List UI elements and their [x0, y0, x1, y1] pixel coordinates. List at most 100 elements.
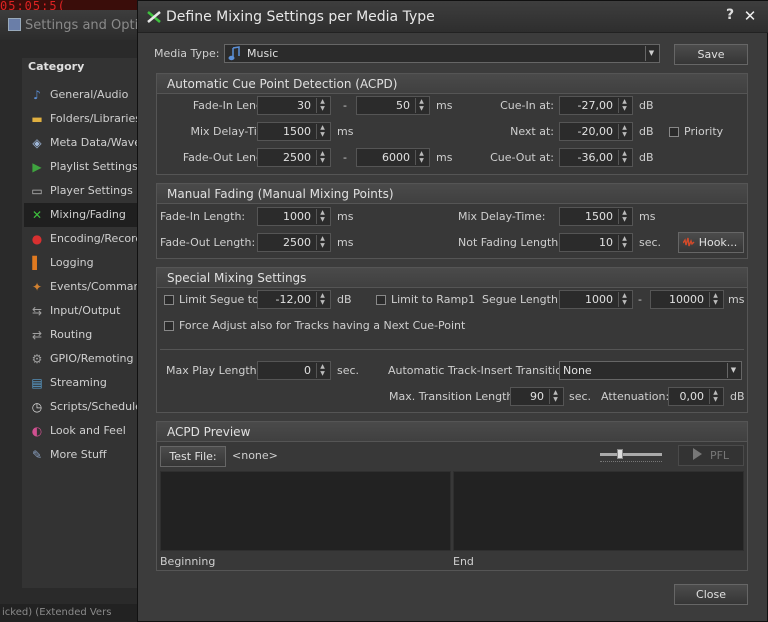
- spin-arrows-icon[interactable]: ▲ ▼: [618, 235, 630, 250]
- category-item[interactable]: ⇄ Routing: [24, 323, 140, 347]
- limit-segue-checkbox[interactable]: [164, 295, 174, 305]
- spin-arrows-icon[interactable]: ▲ ▼: [316, 363, 328, 378]
- category-item[interactable]: ◷ Scripts/Scheduler: [24, 395, 140, 419]
- acpd-cue-in-label: Cue-In at:: [500, 99, 554, 112]
- limit-segue-input[interactable]: -12,00 ▲ ▼: [257, 290, 331, 309]
- spin-arrows-icon[interactable]: ▲ ▼: [316, 292, 328, 307]
- crossfade-icon: [147, 11, 161, 23]
- limit-segue-unit: dB: [337, 293, 352, 306]
- priority-label: Priority: [684, 125, 724, 138]
- spin-arrows-icon[interactable]: ▲ ▼: [709, 292, 721, 307]
- not-fading-input[interactable]: 10 ▲ ▼: [559, 233, 633, 252]
- acpd-mix-delay-input[interactable]: 1500 ▲ ▼: [257, 122, 331, 141]
- category-item[interactable]: ✎ More Stuff: [24, 443, 140, 467]
- volume-slider-ticks: [600, 461, 662, 465]
- acpd-cue-out-unit: dB: [639, 151, 654, 164]
- spin-arrows-icon[interactable]: ▲ ▼: [549, 389, 561, 404]
- manual-mix-delay-unit: ms: [639, 210, 656, 223]
- mixing-settings-dialog: Define Mixing Settings per Media Type ? …: [137, 0, 768, 622]
- segue-length-dash: -: [638, 293, 642, 306]
- record-icon: ●: [31, 232, 43, 246]
- acpd-title: Automatic Cue Point Detection (ACPD): [167, 77, 398, 91]
- end-waveform-pane[interactable]: [453, 471, 744, 551]
- volume-slider-thumb[interactable]: [617, 449, 623, 459]
- category-item[interactable]: ▶ Playlist Settings: [24, 155, 140, 179]
- media-type-value: Music: [247, 47, 279, 60]
- segue-length-max-input[interactable]: 10000 ▲ ▼: [650, 290, 724, 309]
- hook-button[interactable]: Hook...: [678, 232, 744, 253]
- category-item[interactable]: ✦ Events/Commands: [24, 275, 140, 299]
- force-adjust-checkbox[interactable]: [164, 321, 174, 331]
- end-label: End: [453, 555, 474, 568]
- priority-checkbox[interactable]: [669, 127, 679, 137]
- category-item[interactable]: ✕ Mixing/Fading: [24, 203, 140, 227]
- acpd-fade-out-max-input[interactable]: 6000 ▲ ▼: [356, 148, 430, 167]
- help-button[interactable]: ?: [722, 7, 738, 25]
- category-item-label: Events/Commands: [50, 280, 140, 293]
- not-fading-label: Not Fading Length:: [458, 236, 562, 249]
- force-adjust-label: Force Adjust also for Tracks having a Ne…: [179, 319, 466, 332]
- acpd-cue-in-input[interactable]: -27,00 ▲ ▼: [559, 96, 633, 115]
- category-item[interactable]: ▌ Logging: [24, 251, 140, 275]
- dialog-titlebar[interactable]: Define Mixing Settings per Media Type ? …: [138, 1, 768, 33]
- spin-arrows-icon[interactable]: ▲ ▼: [415, 150, 427, 165]
- max-transition-unit: sec.: [569, 390, 592, 403]
- category-item[interactable]: ⇆ Input/Output: [24, 299, 140, 323]
- spin-arrows-icon[interactable]: ▲ ▼: [618, 292, 630, 307]
- pfl-button[interactable]: PFL: [678, 445, 744, 466]
- gpio-icon: ⚙: [31, 352, 43, 366]
- category-item[interactable]: ▭ Player Settings: [24, 179, 140, 203]
- acpd-fade-out-min-input[interactable]: 2500 ▲ ▼: [257, 148, 331, 167]
- category-item[interactable]: ▤ Streaming: [24, 371, 140, 395]
- acpd-cue-out-input[interactable]: -36,00 ▲ ▼: [559, 148, 633, 167]
- segue-length-unit: ms: [728, 293, 745, 306]
- attenuation-input[interactable]: 0,00 ▲ ▼: [668, 387, 724, 406]
- acpd-fade-in-max-input[interactable]: 50 ▲ ▼: [356, 96, 430, 115]
- category-item-label: General/Audio: [50, 88, 129, 101]
- volume-slider[interactable]: [598, 446, 664, 466]
- segue-length-min-input[interactable]: 1000 ▲ ▼: [559, 290, 633, 309]
- more-stuff-icon: ✎: [31, 448, 43, 462]
- spin-arrows-icon[interactable]: ▲ ▼: [618, 124, 630, 139]
- category-item[interactable]: ◐ Look and Feel: [24, 419, 140, 443]
- save-button[interactable]: Save: [674, 44, 748, 65]
- category-item-label: Player Settings: [50, 184, 133, 197]
- max-play-input[interactable]: 0 ▲ ▼: [257, 361, 331, 380]
- max-transition-input[interactable]: 90 ▲ ▼: [510, 387, 564, 406]
- media-type-select[interactable]: Music ▼: [224, 44, 660, 63]
- close-button[interactable]: Close: [674, 584, 748, 605]
- manual-fade-in-input[interactable]: 1000 ▲ ▼: [257, 207, 331, 226]
- beginning-waveform-pane[interactable]: [160, 471, 451, 551]
- spin-arrows-icon[interactable]: ▲ ▼: [316, 150, 328, 165]
- special-divider: [160, 349, 744, 350]
- test-file-value: <none>: [232, 449, 278, 462]
- spin-arrows-icon[interactable]: ▲ ▼: [316, 235, 328, 250]
- acpd-cue-in-unit: dB: [639, 99, 654, 112]
- spin-arrows-icon[interactable]: ▲ ▼: [415, 98, 427, 113]
- acpd-fade-in-min-input[interactable]: 30 ▲ ▼: [257, 96, 331, 115]
- category-item[interactable]: ● Encoding/Recording: [24, 227, 140, 251]
- category-item[interactable]: ▬ Folders/Libraries: [24, 107, 140, 131]
- close-window-button[interactable]: ✕: [742, 7, 758, 25]
- auto-insert-select[interactable]: None ▼: [559, 361, 742, 380]
- spin-arrows-icon[interactable]: ▲ ▼: [709, 389, 721, 404]
- acpd-next-input[interactable]: -20,00 ▲ ▼: [559, 122, 633, 141]
- spin-arrows-icon[interactable]: ▲ ▼: [618, 209, 630, 224]
- category-item[interactable]: ◈ Meta Data/WaveForm: [24, 131, 140, 155]
- category-item-label: GPIO/Remoting: [50, 352, 134, 365]
- limit-ramp-checkbox[interactable]: [376, 295, 386, 305]
- spin-arrows-icon[interactable]: ▲ ▼: [618, 98, 630, 113]
- manual-fade-out-unit: ms: [337, 236, 354, 249]
- player-icon: ▭: [31, 184, 43, 198]
- manual-fading-title: Manual Fading (Manual Mixing Points): [167, 187, 394, 201]
- manual-mix-delay-input[interactable]: 1500 ▲ ▼: [559, 207, 633, 226]
- test-file-button[interactable]: Test File:: [160, 446, 226, 467]
- spin-arrows-icon[interactable]: ▲ ▼: [316, 209, 328, 224]
- clock-icon: ◷: [31, 400, 43, 414]
- manual-fade-out-input[interactable]: 2500 ▲ ▼: [257, 233, 331, 252]
- spin-arrows-icon[interactable]: ▲ ▼: [618, 150, 630, 165]
- category-item[interactable]: ♪ General/Audio: [24, 83, 140, 107]
- spin-arrows-icon[interactable]: ▲ ▼: [316, 124, 328, 139]
- category-item[interactable]: ⚙ GPIO/Remoting: [24, 347, 140, 371]
- spin-arrows-icon[interactable]: ▲ ▼: [316, 98, 328, 113]
